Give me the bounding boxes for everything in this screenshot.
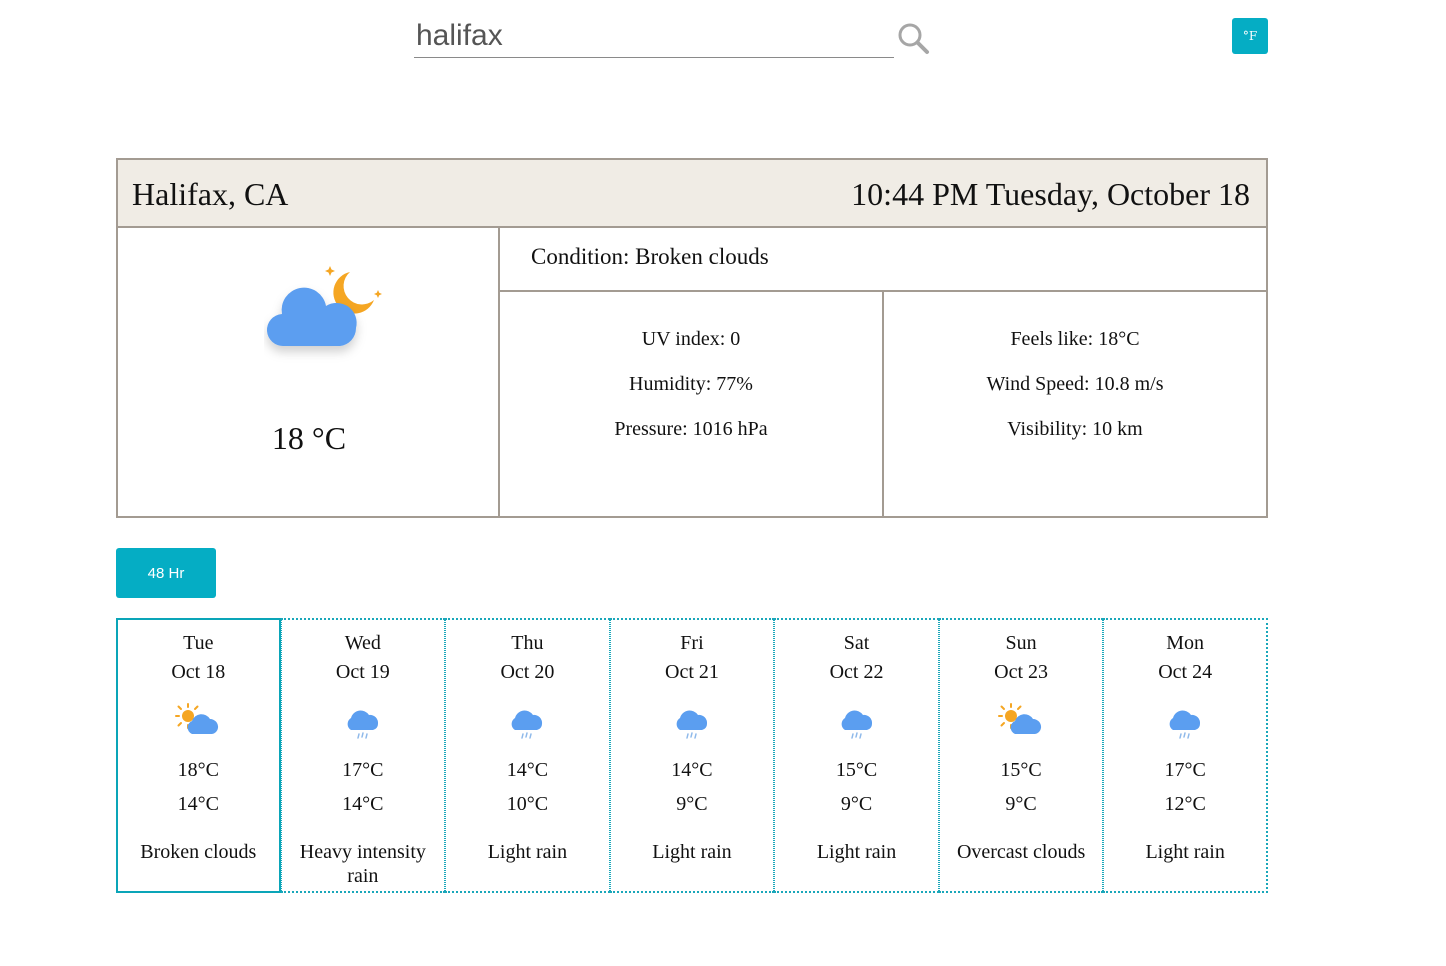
forecast-high: 18°C — [177, 759, 219, 781]
forecast-date: Oct 19 — [335, 661, 390, 683]
rain-cloud-icon — [833, 702, 881, 744]
forecast-high: 15°C — [835, 759, 878, 781]
forecast-day-name: Wed — [344, 632, 381, 654]
forecast-date: Oct 24 — [1158, 661, 1213, 683]
forecast-high: 17°C — [342, 759, 384, 781]
forecast-description: Light rain — [652, 841, 732, 863]
uv-index: UV index: 0 — [641, 328, 741, 350]
forecast-low: 9°C — [676, 793, 708, 815]
location-name: Halifax, CA — [132, 176, 289, 212]
forecast-high: 14°C — [506, 759, 549, 781]
condition-row: Condition: Broken clouds — [500, 228, 1266, 292]
forecast-day[interactable]: Wed Oct 19 17°C 14°C Heavy intensity rai… — [280, 618, 446, 893]
forecast-description: Broken clouds — [140, 841, 257, 863]
forecast-day[interactable]: Sat Oct 22 15°C 9°C Light rain — [774, 618, 939, 893]
daily-forecast: Tue Oct 18 18°C 14°C Broken clouds Wed O… — [116, 618, 1268, 893]
forecast-date: Oct 21 — [665, 661, 719, 683]
forecast-description: Heavy intensity rain — [299, 841, 426, 887]
stats-column-right: Feels like: 18°C Wind Speed: 10.8 m/s Vi… — [884, 292, 1266, 516]
current-temperature: 18 °C — [271, 420, 347, 456]
forecast-high: 17°C — [1164, 759, 1206, 781]
search-bar — [414, 14, 894, 58]
forecast-low: 14°C — [177, 793, 219, 815]
forecast-low: 10°C — [506, 793, 549, 815]
forecast-day-name: Mon — [1166, 632, 1205, 654]
sun-cloud-icon — [174, 702, 222, 744]
current-datetime: 10:44 PM Tuesday, October 18 — [851, 176, 1250, 212]
search-icon[interactable] — [897, 22, 931, 56]
forecast-low: 14°C — [342, 793, 384, 815]
forecast-day[interactable]: Tue Oct 18 18°C 14°C Broken clouds — [116, 618, 281, 893]
forecast-low: 9°C — [840, 793, 873, 815]
forecast-day-name: Fri — [680, 632, 704, 654]
condition-text: Condition: Broken clouds — [531, 244, 769, 269]
feels-like: Feels like: 18°C — [1010, 328, 1140, 350]
forecast-high: 14°C — [671, 759, 713, 781]
forecast-low: 9°C — [1005, 793, 1037, 815]
wind-speed: Wind Speed: 10.8 m/s — [986, 373, 1164, 395]
rain-cloud-icon — [668, 702, 716, 744]
forecast-day[interactable]: Sun Oct 23 15°C 9°C Overcast clouds — [938, 618, 1104, 893]
forecast-day-name: Sun — [1005, 632, 1037, 654]
hourly-forecast-button[interactable]: 48 Hr — [116, 548, 216, 598]
forecast-date: Oct 20 — [500, 661, 555, 683]
stats-column-left: UV index: 0 Humidity: 77% Pressure: 1016… — [500, 292, 884, 516]
forecast-date: Oct 18 — [171, 661, 226, 683]
forecast-day[interactable]: Fri Oct 21 14°C 9°C Light rain — [609, 618, 775, 893]
forecast-low: 12°C — [1164, 793, 1206, 815]
forecast-day-name: Sat — [843, 632, 870, 654]
forecast-day[interactable]: Mon Oct 24 17°C 12°C Light rain — [1103, 618, 1268, 893]
forecast-high: 15°C — [1000, 759, 1042, 781]
forecast-day-name: Tue — [183, 632, 214, 654]
rain-cloud-icon — [1161, 702, 1209, 744]
forecast-date: Oct 23 — [994, 661, 1049, 683]
forecast-description: Light rain — [487, 841, 568, 863]
cloud-moon-icon — [264, 266, 384, 366]
visibility: Visibility: 10 km — [1007, 418, 1143, 440]
forecast-description: Light rain — [1145, 841, 1225, 863]
rain-cloud-icon — [339, 702, 387, 744]
current-weather-card: Halifax, CA 10:44 PM Tuesday, October 18… — [116, 158, 1268, 518]
forecast-day-name: Thu — [511, 632, 544, 654]
forecast-description: Overcast clouds — [956, 841, 1086, 863]
sun-cloud-icon — [997, 702, 1045, 744]
unit-toggle-button[interactable]: °F — [1232, 18, 1268, 54]
rain-cloud-icon — [503, 702, 551, 744]
current-weather-header: Halifax, CA 10:44 PM Tuesday, October 18 — [118, 160, 1266, 228]
search-input[interactable] — [416, 18, 886, 54]
forecast-description: Light rain — [816, 841, 897, 863]
current-temperature-pane: 18 °C — [118, 228, 500, 516]
humidity: Humidity: 77% — [629, 373, 753, 395]
forecast-date: Oct 22 — [829, 661, 884, 683]
pressure: Pressure: 1016 hPa — [614, 418, 768, 440]
forecast-day[interactable]: Thu Oct 20 14°C 10°C Light rain — [445, 618, 610, 893]
